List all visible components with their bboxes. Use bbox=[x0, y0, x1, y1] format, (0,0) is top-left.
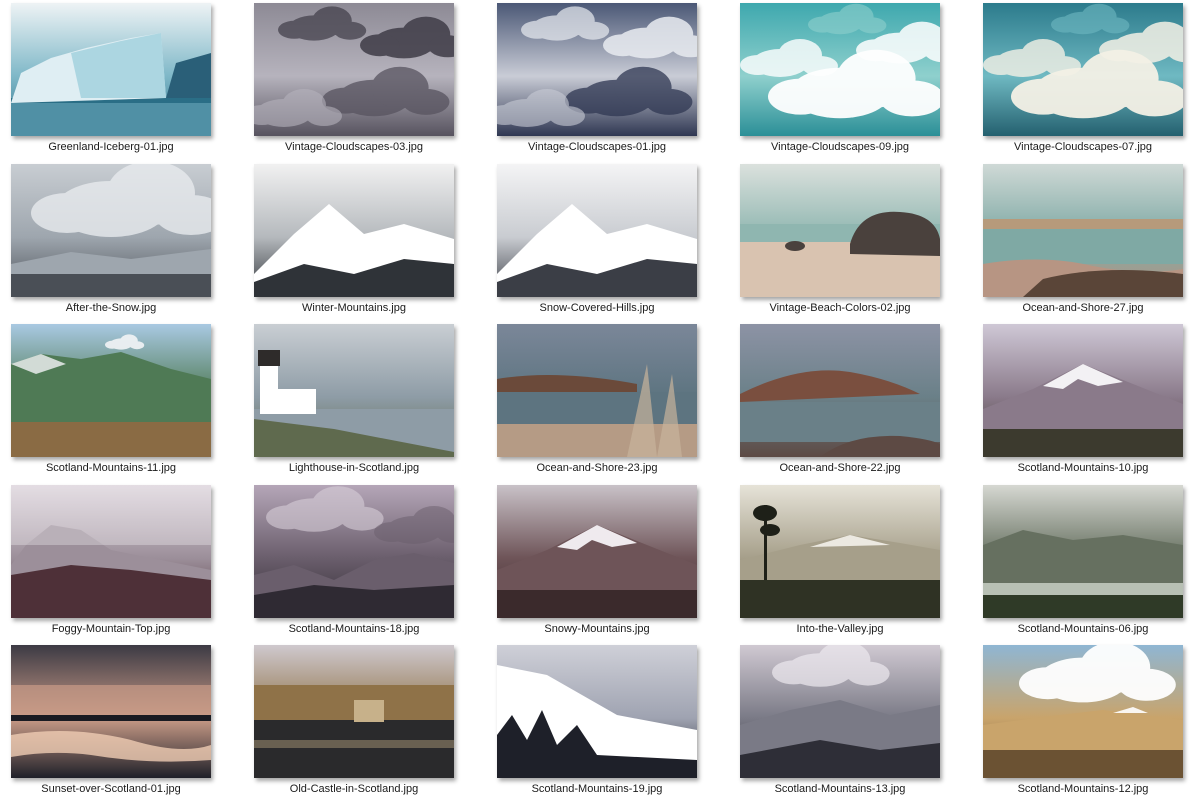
image-thumbnail[interactable] bbox=[254, 3, 454, 136]
file-item[interactable]: Lighthouse-in-Scotland.jpg bbox=[243, 321, 486, 482]
file-item[interactable]: Ocean-and-Shore-27.jpg bbox=[972, 161, 1200, 322]
file-name-label: Vintage-Beach-Colors-02.jpg bbox=[769, 301, 911, 314]
file-item[interactable]: Ocean-and-Shore-22.jpg bbox=[729, 321, 972, 482]
file-item[interactable]: Sunset-over-Scotland-01.jpg bbox=[0, 642, 243, 803]
image-thumbnail[interactable] bbox=[11, 3, 211, 136]
image-thumbnail[interactable] bbox=[497, 324, 697, 458]
file-item[interactable]: Scotland-Mountains-11.jpg bbox=[0, 321, 243, 482]
image-thumbnail[interactable] bbox=[740, 3, 940, 136]
file-item[interactable]: Winter-Mountains.jpg bbox=[243, 161, 486, 322]
file-name-label: Ocean-and-Shore-23.jpg bbox=[536, 462, 658, 475]
image-thumbnail[interactable] bbox=[740, 645, 940, 779]
file-name-label: Snow-Covered-Hills.jpg bbox=[539, 301, 655, 314]
file-item[interactable]: Vintage-Cloudscapes-01.jpg bbox=[486, 0, 729, 161]
file-item[interactable]: Vintage-Beach-Colors-02.jpg bbox=[729, 161, 972, 322]
file-item[interactable]: Scotland-Mountains-19.jpg bbox=[486, 642, 729, 803]
image-thumbnail[interactable] bbox=[740, 163, 940, 297]
file-name-label: Vintage-Cloudscapes-09.jpg bbox=[771, 141, 909, 153]
image-thumbnail[interactable] bbox=[254, 484, 454, 618]
file-item[interactable]: Scotland-Mountains-10.jpg bbox=[972, 321, 1200, 482]
image-thumbnail[interactable] bbox=[254, 324, 454, 458]
file-item[interactable]: Old-Castle-in-Scotland.jpg bbox=[243, 642, 486, 803]
image-thumbnail[interactable] bbox=[983, 645, 1183, 779]
file-item[interactable]: Vintage-Cloudscapes-03.jpg bbox=[243, 0, 486, 161]
file-name-label: Lighthouse-in-Scotland.jpg bbox=[288, 462, 420, 475]
file-item[interactable]: Snowy-Mountains.jpg bbox=[486, 482, 729, 643]
image-thumbnail[interactable] bbox=[497, 3, 697, 136]
file-name-label: Scotland-Mountains-12.jpg bbox=[1017, 783, 1149, 796]
file-name-label: Sunset-over-Scotland-01.jpg bbox=[41, 783, 181, 796]
image-thumbnail[interactable] bbox=[983, 324, 1183, 458]
file-name-label: Scotland-Mountains-13.jpg bbox=[774, 783, 906, 796]
file-name-label: Vintage-Cloudscapes-03.jpg bbox=[285, 141, 423, 153]
file-item[interactable]: Scotland-Mountains-18.jpg bbox=[243, 482, 486, 643]
file-item[interactable]: Greenland-Iceberg-01.jpg bbox=[0, 0, 243, 161]
image-thumbnail[interactable] bbox=[497, 163, 697, 297]
file-item[interactable]: Vintage-Cloudscapes-09.jpg bbox=[729, 0, 972, 161]
file-item[interactable]: After-the-Snow.jpg bbox=[0, 161, 243, 322]
file-item[interactable]: Ocean-and-Shore-23.jpg bbox=[486, 321, 729, 482]
image-thumbnail[interactable] bbox=[254, 163, 454, 297]
file-item[interactable]: Vintage-Cloudscapes-07.jpg bbox=[972, 0, 1200, 161]
file-item[interactable]: Scotland-Mountains-12.jpg bbox=[972, 642, 1200, 803]
file-name-label: Winter-Mountains.jpg bbox=[302, 301, 406, 314]
file-name-label: Greenland-Iceberg-01.jpg bbox=[48, 141, 174, 153]
image-thumbnail[interactable] bbox=[11, 645, 211, 779]
file-item[interactable]: Scotland-Mountains-13.jpg bbox=[729, 642, 972, 803]
file-item[interactable]: Scotland-Mountains-06.jpg bbox=[972, 482, 1200, 643]
file-name-label: Scotland-Mountains-10.jpg bbox=[1017, 462, 1149, 475]
file-item[interactable]: Snow-Covered-Hills.jpg bbox=[486, 161, 729, 322]
image-thumbnail[interactable] bbox=[254, 645, 454, 779]
image-thumbnail[interactable] bbox=[983, 484, 1183, 618]
file-item[interactable]: Foggy-Mountain-Top.jpg bbox=[0, 482, 243, 643]
file-name-label: Snowy-Mountains.jpg bbox=[544, 622, 650, 635]
file-name-label: Ocean-and-Shore-22.jpg bbox=[779, 462, 901, 475]
file-name-label: Scotland-Mountains-11.jpg bbox=[45, 462, 177, 475]
image-thumbnail[interactable] bbox=[11, 163, 211, 297]
image-thumbnail[interactable] bbox=[497, 484, 697, 618]
image-thumbnail[interactable] bbox=[740, 324, 940, 458]
file-name-label: After-the-Snow.jpg bbox=[65, 301, 157, 314]
file-item[interactable]: Into-the-Valley.jpg bbox=[729, 482, 972, 643]
file-name-label: Vintage-Cloudscapes-01.jpg bbox=[528, 141, 666, 153]
file-name-label: Vintage-Cloudscapes-07.jpg bbox=[1014, 141, 1152, 153]
image-thumbnail[interactable] bbox=[983, 163, 1183, 297]
file-name-label: Scotland-Mountains-18.jpg bbox=[288, 622, 420, 635]
file-name-label: Old-Castle-in-Scotland.jpg bbox=[289, 783, 419, 796]
image-thumbnail[interactable] bbox=[11, 324, 211, 458]
image-thumbnail[interactable] bbox=[740, 484, 940, 618]
file-thumbnail-grid: Greenland-Iceberg-01.jpg Vintage-Cloudsc… bbox=[0, 0, 1200, 800]
image-thumbnail[interactable] bbox=[497, 645, 697, 779]
file-name-label: Ocean-and-Shore-27.jpg bbox=[1022, 301, 1144, 314]
image-thumbnail[interactable] bbox=[11, 484, 211, 618]
image-thumbnail[interactable] bbox=[983, 3, 1183, 136]
file-name-label: Scotland-Mountains-19.jpg bbox=[531, 783, 663, 796]
file-name-label: Into-the-Valley.jpg bbox=[796, 622, 884, 635]
file-name-label: Foggy-Mountain-Top.jpg bbox=[51, 622, 171, 635]
file-name-label: Scotland-Mountains-06.jpg bbox=[1017, 622, 1149, 635]
